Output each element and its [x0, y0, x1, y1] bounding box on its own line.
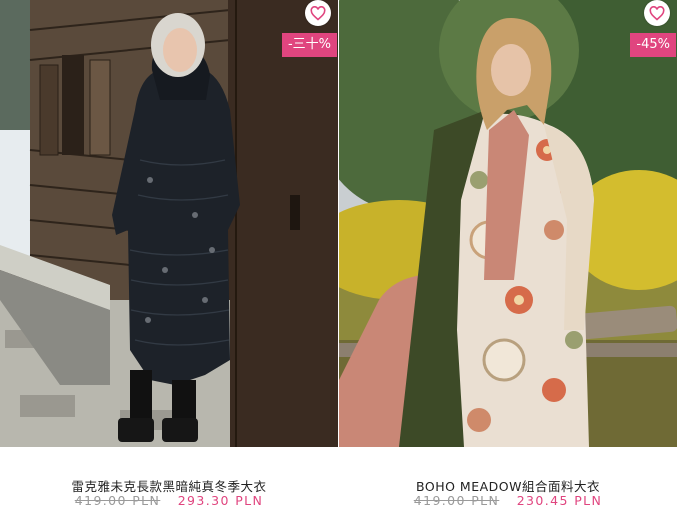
discount-badge: -三十% [281, 33, 337, 57]
sale-price: 293.30 PLN [177, 493, 264, 508]
wishlist-button[interactable] [305, 0, 331, 26]
sale-price: 230.45 PLN [516, 493, 603, 508]
price-row: 419.00 PLN 230.45 PLN [339, 493, 677, 508]
product-grid: -三十% 雷克雅未克長款黑暗純真冬季大衣 419.00 PLN 293.30 P… [0, 0, 677, 530]
product-image[interactable] [339, 0, 677, 447]
heart-outline-icon [649, 5, 665, 21]
wishlist-button[interactable] [644, 0, 670, 26]
product-card[interactable]: -45% BOHO MEADOW組合面料大衣 419.00 PLN 230.45… [339, 0, 677, 530]
old-price: 419.00 PLN [74, 493, 161, 508]
product-card[interactable]: -三十% 雷克雅未克長款黑暗純真冬季大衣 419.00 PLN 293.30 P… [0, 0, 338, 530]
price-row: 419.00 PLN 293.30 PLN [0, 493, 338, 508]
product-image[interactable] [0, 0, 338, 447]
old-price: 419.00 PLN [413, 493, 500, 508]
discount-badge: -45% [630, 33, 676, 57]
heart-outline-icon [310, 5, 326, 21]
